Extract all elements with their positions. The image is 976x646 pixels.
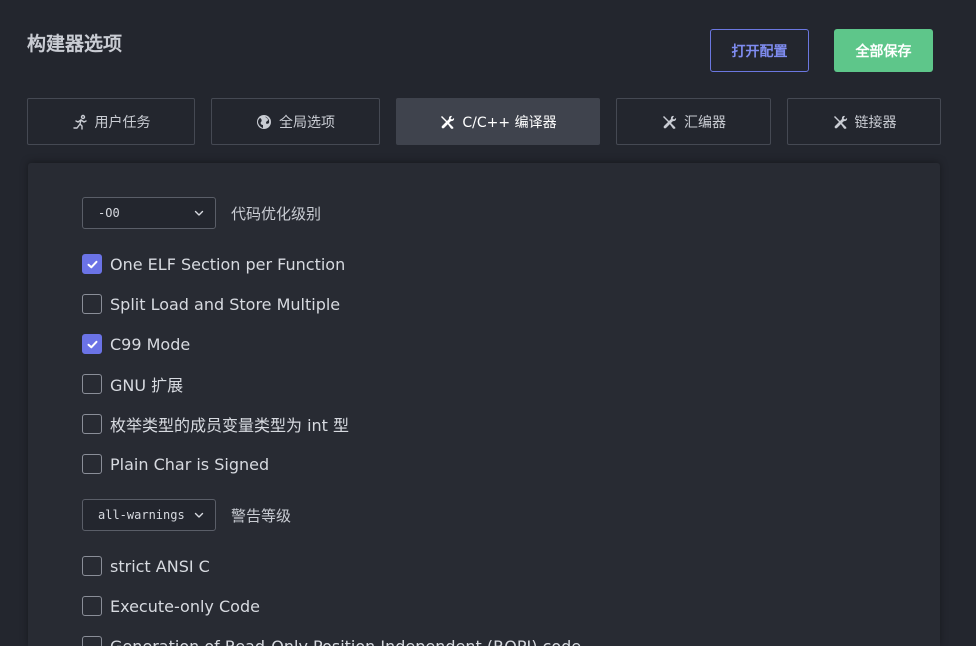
option-label: Plain Char is Signed <box>110 454 270 474</box>
tab-cpp-compiler[interactable]: C/C++ 编译器 <box>396 98 600 145</box>
tab-linker[interactable]: 链接器 <box>787 98 941 145</box>
tools-icon <box>661 114 677 130</box>
tab-label: 全局选项 <box>279 114 335 131</box>
option-ropi-code[interactable]: Generation of Read-Only Position Indepen… <box>82 635 581 646</box>
checkbox-unchecked[interactable] <box>82 556 102 576</box>
option-label: Split Load and Store Multiple <box>110 294 341 314</box>
option-strict-ansi-c[interactable]: strict ANSI C <box>82 555 210 577</box>
option-one-elf-section[interactable]: One ELF Section per Function <box>82 253 345 275</box>
compiler-options-panel: -O0 代码优化级别 One ELF Section per Function … <box>28 163 940 646</box>
option-split-load-store[interactable]: Split Load and Store Multiple <box>82 293 340 315</box>
check-icon <box>87 260 97 268</box>
tools-icon <box>832 114 848 130</box>
checkbox-unchecked[interactable] <box>82 374 102 394</box>
chevron-down-icon <box>193 207 205 219</box>
optimization-level-row: -O0 代码优化级别 <box>82 197 321 229</box>
globe-icon <box>256 114 272 130</box>
optimization-level-select[interactable]: -O0 <box>82 197 216 229</box>
tab-label: 汇编器 <box>684 114 726 131</box>
warning-level-label: 警告等级 <box>231 506 292 525</box>
tab-label: C/C++ 编译器 <box>462 114 557 131</box>
page-title: 构建器选项 <box>27 33 123 55</box>
checkbox-checked[interactable] <box>82 254 102 274</box>
option-enum-int[interactable]: 枚举类型的成员变量类型为 int 型 <box>82 413 349 435</box>
checkbox-checked[interactable] <box>82 334 102 354</box>
option-label: Execute-only Code <box>110 596 260 616</box>
tab-user-tasks[interactable]: 用户任务 <box>27 98 195 145</box>
checkbox-unchecked[interactable] <box>82 414 102 434</box>
tab-label: 用户任务 <box>94 114 151 131</box>
checkbox-unchecked[interactable] <box>82 596 102 616</box>
tools-icon <box>439 114 455 130</box>
run-icon <box>72 114 88 130</box>
option-c99-mode[interactable]: C99 Mode <box>82 333 190 355</box>
tab-assembler[interactable]: 汇编器 <box>616 98 771 145</box>
option-label: C99 Mode <box>110 334 191 354</box>
checkbox-unchecked[interactable] <box>82 454 102 474</box>
select-value: all-warnings <box>98 508 185 522</box>
option-execute-only-code[interactable]: Execute-only Code <box>82 595 260 617</box>
option-gnu-extensions[interactable]: GNU 扩展 <box>82 373 183 395</box>
option-label: GNU 扩展 <box>110 376 184 395</box>
select-value: -O0 <box>98 206 120 220</box>
warning-level-row: all-warnings 警告等级 <box>82 499 291 531</box>
save-all-button[interactable]: 全部保存 <box>834 29 933 72</box>
option-label: strict ANSI C <box>110 556 210 576</box>
optimization-level-label: 代码优化级别 <box>231 204 322 223</box>
option-label: One ELF Section per Function <box>110 254 346 274</box>
chevron-down-icon <box>193 509 205 521</box>
warning-level-select[interactable]: all-warnings <box>82 499 216 531</box>
checkbox-unchecked[interactable] <box>82 294 102 314</box>
option-label: 枚举类型的成员变量类型为 int 型 <box>110 416 350 435</box>
tab-global-options[interactable]: 全局选项 <box>211 98 380 145</box>
option-plain-char-signed[interactable]: Plain Char is Signed <box>82 453 269 475</box>
tab-label: 链接器 <box>854 114 897 131</box>
open-config-button[interactable]: 打开配置 <box>710 29 809 72</box>
checkbox-unchecked[interactable] <box>82 636 102 646</box>
option-label: Generation of Read-Only Position Indepen… <box>110 636 582 646</box>
check-icon <box>87 340 97 348</box>
